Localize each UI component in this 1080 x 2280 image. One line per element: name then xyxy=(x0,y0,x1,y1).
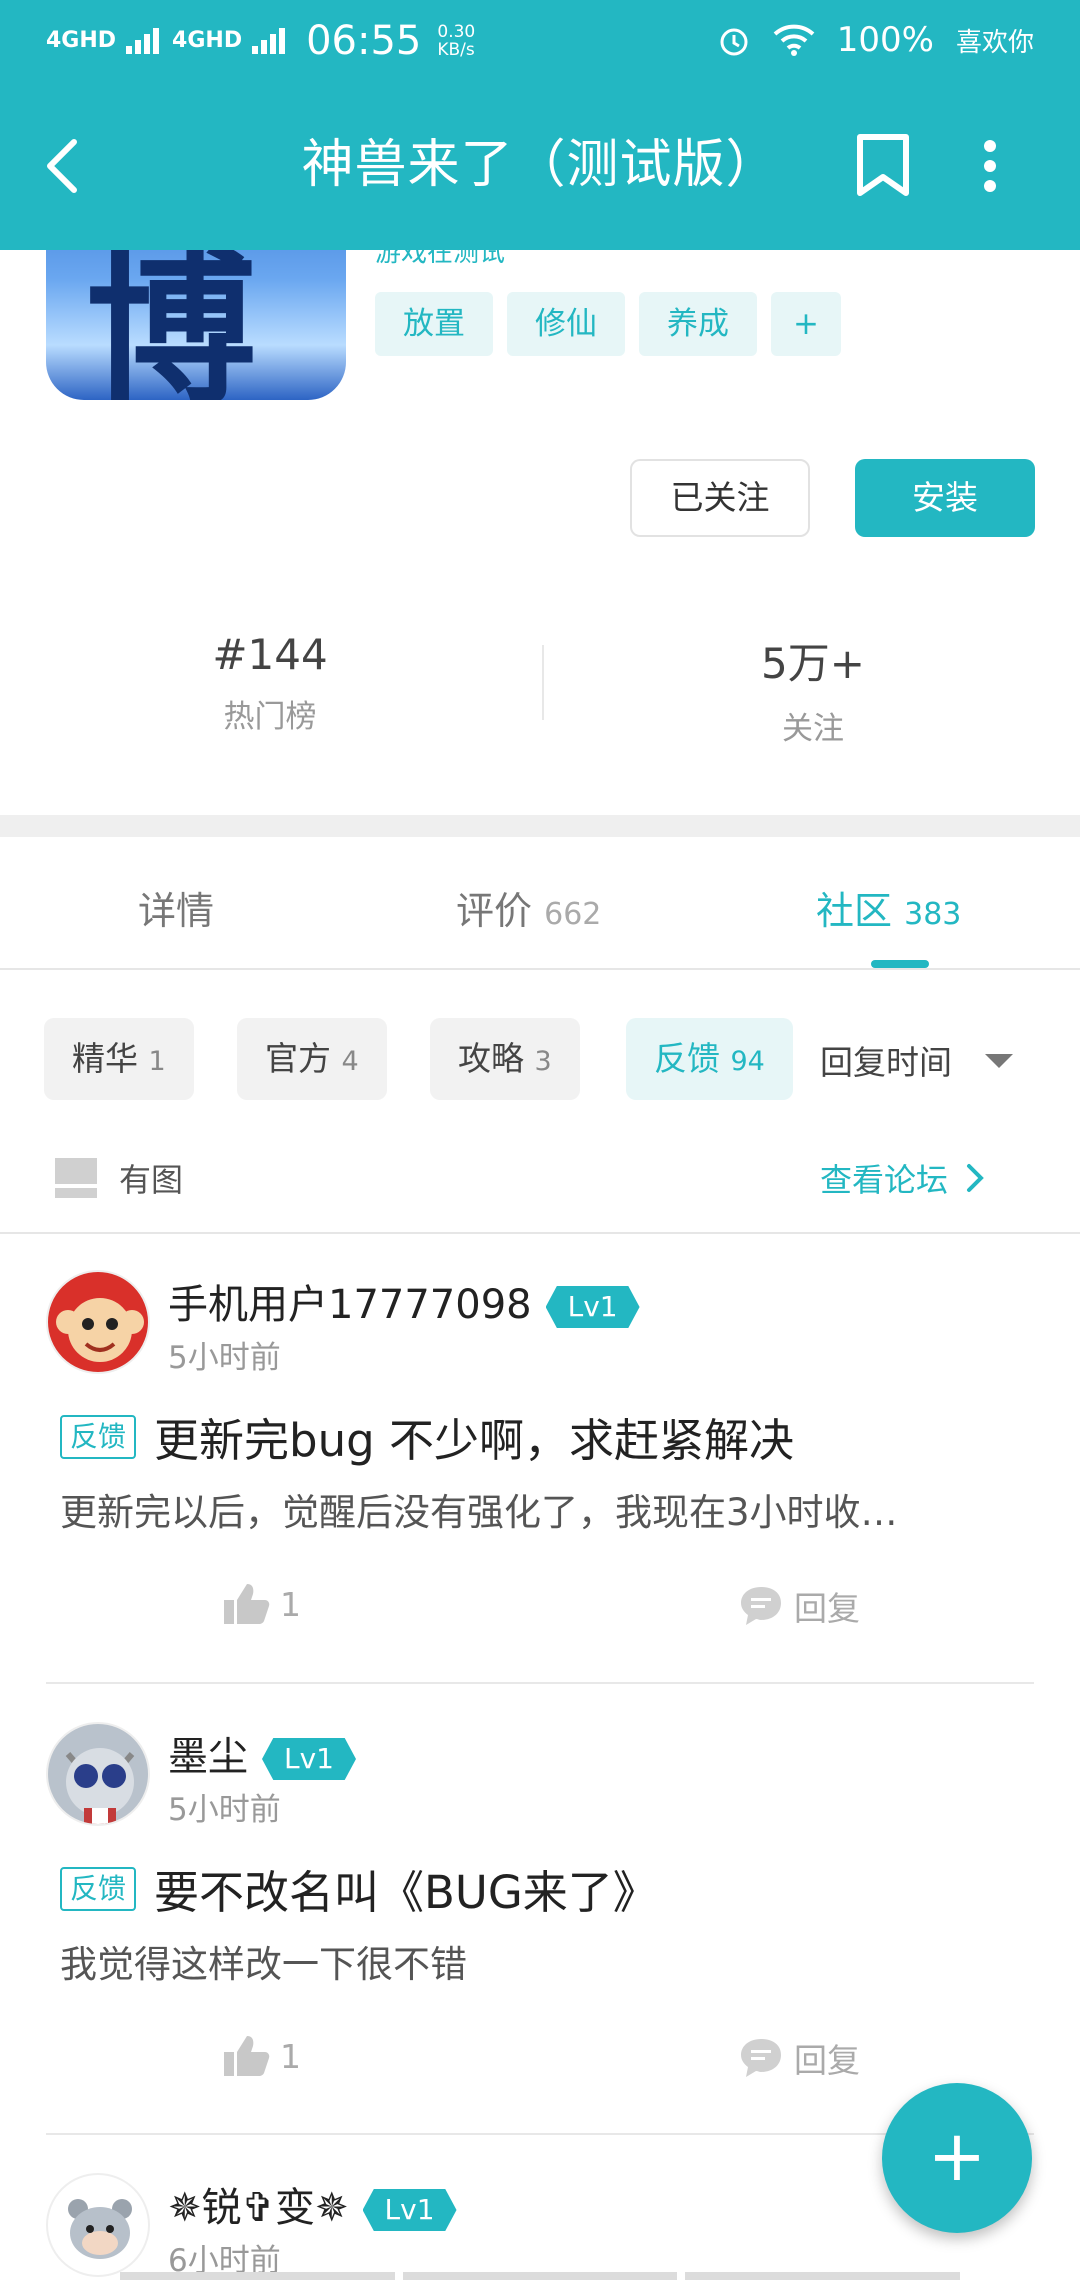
new-post-button[interactable]: + xyxy=(882,2083,1032,2233)
comment-icon xyxy=(741,2039,781,2077)
post-item[interactable]: 手机用户17777098 Lv1 5小时前 反馈 更新完bug 不少啊，求赶紧解决… xyxy=(0,1232,1080,1682)
bottom-placeholder xyxy=(120,2272,961,2280)
followers-label: 关注 xyxy=(782,711,844,747)
carrier-note: 喜欢你 xyxy=(955,27,1034,58)
rank-label: 热门榜 xyxy=(223,699,317,735)
post-item[interactable]: 墨尘 Lv1 5小时前 反馈 要不改名叫《BUG来了》 我觉得这样改一下很不错 1… xyxy=(0,1684,1080,2134)
post-tag: 反馈 xyxy=(60,1414,137,1459)
post-time: 5小时前 xyxy=(168,1792,281,1828)
network-speed: 0.30 KB/s xyxy=(437,22,476,60)
comment-icon xyxy=(741,1587,781,1625)
like-button[interactable]: 1 xyxy=(222,1582,301,1626)
reply-button[interactable]: 回复 xyxy=(738,2034,860,2082)
avatar[interactable] xyxy=(46,2173,150,2277)
followed-button[interactable]: 已关注 xyxy=(630,459,810,537)
tab-reviews[interactable]: 评价 662 xyxy=(456,880,601,935)
post-title: 反馈 要不改名叫《BUG来了》 xyxy=(60,1856,658,1921)
filter-guides[interactable]: 攻略 3 xyxy=(430,1018,580,1100)
more-icon[interactable] xyxy=(980,138,1000,194)
signal-icon xyxy=(252,28,288,54)
tab-indicator xyxy=(871,960,929,968)
image-filter-label: 有图 xyxy=(119,1161,184,1199)
like-button[interactable]: 1 xyxy=(222,2034,301,2078)
level-badge: Lv1 xyxy=(545,1286,640,1328)
post-excerpt: 更新完以后，觉醒后没有强化了，我现在3小时收… xyxy=(60,1491,898,1534)
wifi-icon xyxy=(773,24,815,56)
network-indicator-1: 4GHD xyxy=(46,28,117,53)
tab-details[interactable]: 详情 xyxy=(138,880,214,935)
status-bar: 4GHD 4GHD 06:55 0.30 KB/s 100% 喜欢你 xyxy=(0,0,1080,82)
view-forum-label: 查看论坛 xyxy=(820,1161,949,1199)
post-author[interactable]: ✵锐✞变✵ Lv1 xyxy=(168,2175,457,2233)
level-badge: Lv1 xyxy=(262,1738,356,1780)
thumbs-up-icon xyxy=(224,2036,270,2076)
post-excerpt: 我觉得这样改一下很不错 xyxy=(60,1943,467,1986)
app-tags: 放置 修仙 养成 + xyxy=(375,292,841,356)
stat-divider xyxy=(542,645,544,720)
thumbs-up-icon xyxy=(224,1584,270,1624)
chevron-down-icon[interactable] xyxy=(985,1054,1013,1068)
add-tag-button[interactable]: + xyxy=(771,292,841,356)
post-title: 反馈 更新完bug 不少啊，求赶紧解决 xyxy=(60,1404,794,1469)
clock: 06:55 xyxy=(306,18,422,64)
app-header: 4GHD 4GHD 06:55 0.30 KB/s 100% 喜欢你 神兽来了（测… xyxy=(0,0,1080,250)
post-author[interactable]: 手机用户17777098 Lv1 xyxy=(168,1272,640,1330)
section-gap xyxy=(0,815,1080,837)
image-filter-toggle[interactable]: 有图 xyxy=(55,1155,183,1201)
filter-official[interactable]: 官方 4 xyxy=(237,1018,387,1100)
reply-button[interactable]: 回复 xyxy=(738,1582,860,1630)
battery-level: 100% xyxy=(836,20,934,60)
followers-stat: 5万+ 关注 xyxy=(663,630,963,748)
chevron-right-icon xyxy=(967,1164,984,1192)
sort-dropdown[interactable]: 回复时间 xyxy=(820,1036,952,1084)
level-badge: Lv1 xyxy=(362,2189,457,2231)
title-bar: 神兽来了（测试版） xyxy=(0,82,1080,250)
install-button[interactable]: 安装 xyxy=(855,459,1035,537)
image-icon xyxy=(55,1158,97,1198)
app-tag[interactable]: 修仙 xyxy=(507,292,625,356)
view-forum-link[interactable]: 查看论坛 xyxy=(820,1155,984,1201)
post-author[interactable]: 墨尘 Lv1 xyxy=(168,1724,356,1782)
network-indicator-2: 4GHD xyxy=(172,28,243,53)
post-time: 5小时前 xyxy=(168,1340,281,1376)
app-tag[interactable]: 养成 xyxy=(639,292,757,356)
filter-feedback[interactable]: 反馈 94 xyxy=(626,1018,793,1100)
app-tag[interactable]: 放置 xyxy=(375,292,493,356)
followers-value: 5万+ xyxy=(761,639,865,688)
tabs-divider xyxy=(0,968,1080,970)
filter-essence[interactable]: 精华 1 xyxy=(44,1018,194,1100)
rank-value: #144 xyxy=(212,630,328,679)
page-title: 神兽来了（测试版） xyxy=(301,135,779,195)
avatar[interactable] xyxy=(46,1722,150,1826)
rank-stat[interactable]: #144 热门榜 xyxy=(120,630,420,736)
post-tag: 反馈 xyxy=(60,1866,137,1911)
bookmark-icon[interactable] xyxy=(855,132,911,198)
signal-icon xyxy=(126,28,162,54)
alarm-icon xyxy=(720,28,748,56)
avatar[interactable] xyxy=(46,1270,150,1374)
tab-community[interactable]: 社区 383 xyxy=(816,880,961,935)
